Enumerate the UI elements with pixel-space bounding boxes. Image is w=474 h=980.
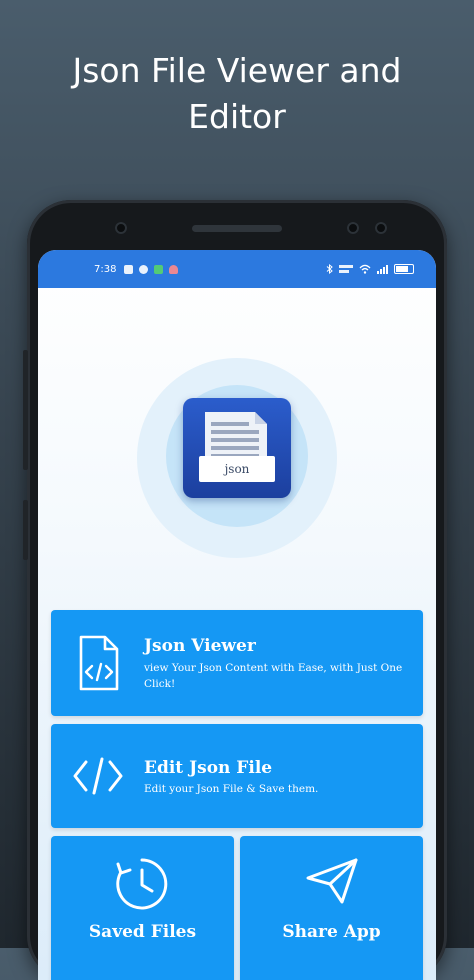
- bluetooth-icon: [326, 264, 333, 274]
- battery-icon: [394, 264, 414, 274]
- saved-files-button[interactable]: Saved Files: [51, 836, 234, 980]
- signal-icon: [377, 264, 388, 274]
- phone-power-button: [23, 500, 28, 560]
- status-bar: 7:38: [38, 250, 436, 288]
- wifi-icon: [359, 264, 371, 274]
- status-time: 7:38: [94, 263, 117, 275]
- json-viewer-title: Json Viewer: [144, 636, 256, 656]
- share-app-button[interactable]: Share App: [240, 836, 423, 980]
- app-notification-icon: [154, 264, 164, 274]
- app-logo: json: [183, 398, 291, 498]
- send-icon: [306, 858, 358, 904]
- phone-sensor-2: [375, 222, 387, 234]
- edit-json-description: Edit your Json File & Save them.: [144, 783, 319, 795]
- code-brackets-icon: [73, 757, 123, 795]
- logo-file-label: json: [224, 462, 250, 476]
- facebook-icon: [139, 264, 149, 274]
- edit-json-file-button[interactable]: Edit Json File Edit your Json File & Sav…: [51, 724, 423, 828]
- share-app-title: Share App: [282, 922, 381, 942]
- phone-sensor: [347, 222, 359, 234]
- heart-icon: [169, 264, 179, 274]
- file-code-icon: [79, 635, 119, 691]
- system-status-icons: [326, 264, 414, 274]
- phone-volume-button: [23, 350, 28, 470]
- json-viewer-description: view Your Json Content with Ease, with J…: [144, 662, 403, 690]
- promo-headline-line2: Editor: [188, 97, 286, 136]
- notification-icon: [124, 264, 134, 274]
- data-speed-icon: [339, 265, 353, 273]
- phone-frame: 7:38 json Json Viewer view Your Json Con…: [23, 200, 447, 980]
- promo-headline: Json File Viewer and Editor: [0, 48, 474, 140]
- app-screen: 7:38 json Json Viewer view Your Json Con…: [38, 250, 436, 980]
- json-file-icon: [199, 412, 275, 482]
- promo-headline-line1: Json File Viewer and: [72, 51, 402, 90]
- json-viewer-button[interactable]: Json Viewer view Your Json Content with …: [51, 610, 423, 716]
- notification-icons: [124, 264, 179, 274]
- clock-history-icon: [116, 858, 168, 910]
- edit-json-title: Edit Json File: [144, 758, 273, 778]
- phone-speaker: [192, 225, 282, 232]
- saved-files-title: Saved Files: [88, 922, 197, 942]
- phone-front-camera: [115, 222, 127, 234]
